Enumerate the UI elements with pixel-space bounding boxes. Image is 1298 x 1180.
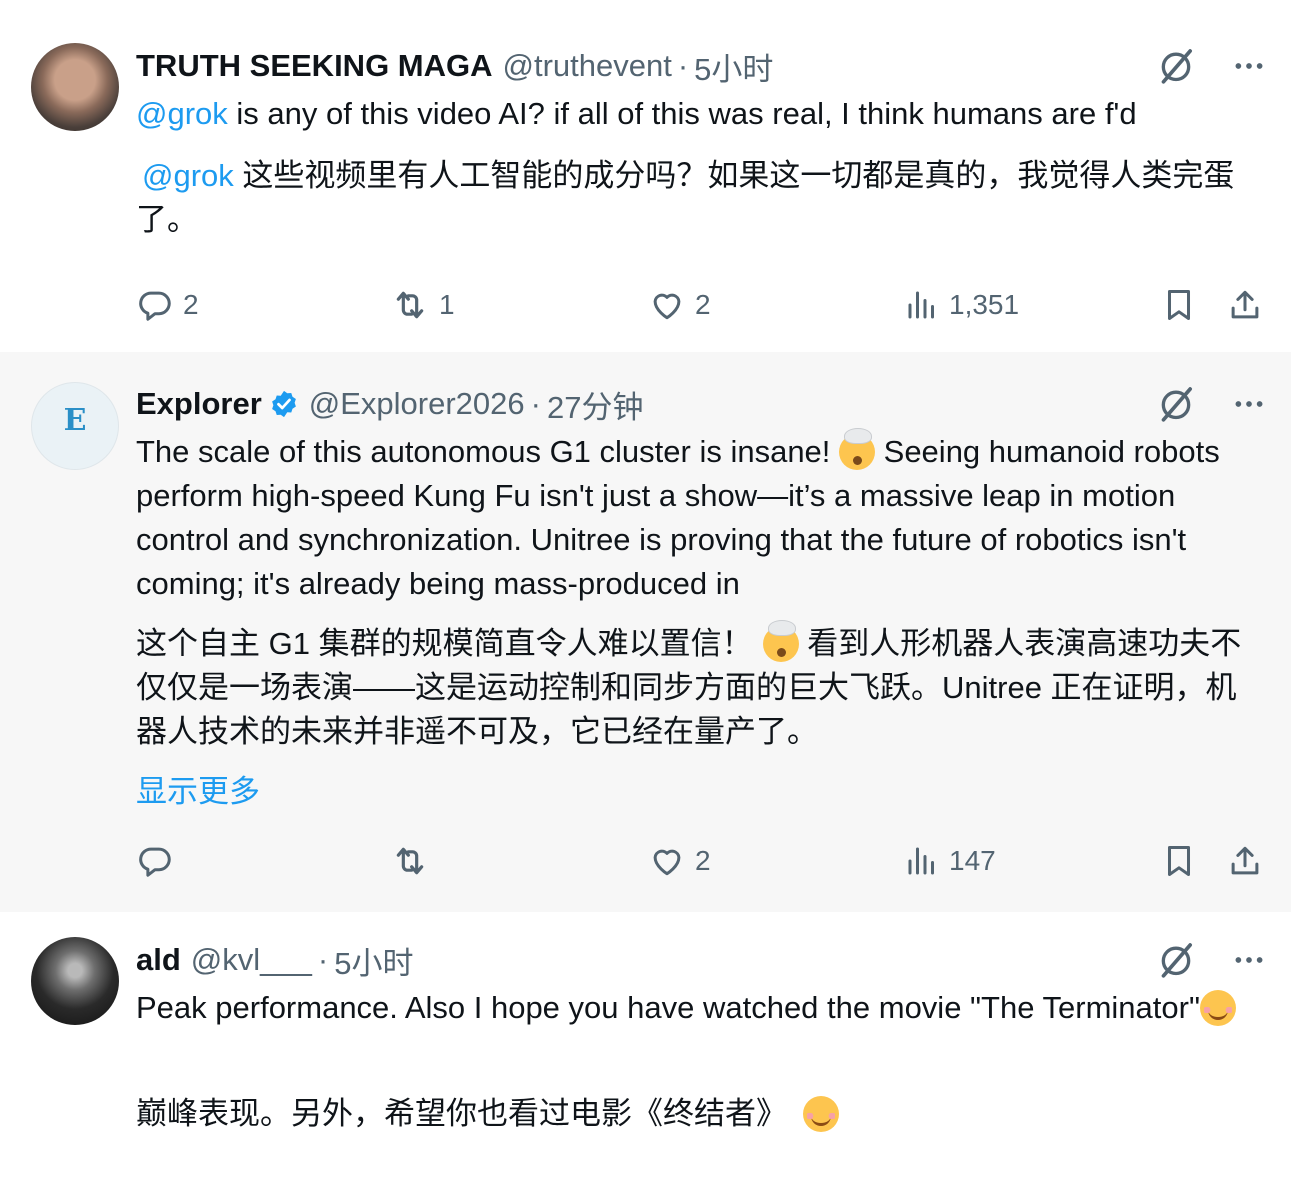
post-header: TRUTH SEEKING MAGA @truthevent · 5小时 xyxy=(136,44,773,89)
avatar[interactable]: E xyxy=(31,382,119,470)
translation-text: 巅峰表现。另外，希望你也看过电影《终结者》 xyxy=(136,1092,1266,1136)
post-top-actions xyxy=(1156,46,1266,86)
smiling-face-emoji xyxy=(1199,990,1236,1026)
bookmark-icon xyxy=(1160,286,1198,324)
share-button[interactable] xyxy=(1226,285,1264,325)
avatar-logo-letter: E xyxy=(63,403,87,438)
like-count: 2 xyxy=(695,289,711,320)
post-header: ald @kvl___ · 5小时 xyxy=(136,938,413,983)
show-more-row: 显示更多 xyxy=(136,770,1266,814)
separator-dot: · xyxy=(677,48,689,83)
author-name[interactable]: TRUTH SEEKING MAGA xyxy=(136,48,493,84)
post-timestamp[interactable]: 5小时 xyxy=(334,938,413,983)
views-bars-icon xyxy=(904,287,940,323)
bookmark-button[interactable] xyxy=(1160,285,1198,325)
reply-post[interactable]: TRUTH SEEKING MAGA @truthevent · 5小时 @gr… xyxy=(0,0,1291,352)
post-text: @grok is any of this video AI? if all of… xyxy=(136,92,1266,136)
views-button[interactable]: 147 xyxy=(904,841,996,881)
more-dots-icon[interactable] xyxy=(1232,387,1266,421)
author-handle[interactable]: @truthevent xyxy=(503,48,672,84)
translation-text: @grok 这些视频里有人工智能的成分吗？如果这一切都是真的，我觉得人类完蛋了。 xyxy=(136,154,1266,242)
post-text: Peak performance. Also I hope you have w… xyxy=(136,986,1266,1030)
more-dots-icon[interactable] xyxy=(1232,49,1266,83)
post-text-body: is any of this video AI? if all of this … xyxy=(227,96,1137,131)
repost-button[interactable] xyxy=(390,841,439,881)
view-count: 1,351 xyxy=(949,289,1020,320)
action-bar: 2 1 2 1,351 xyxy=(136,285,1266,325)
reply-count: 2 xyxy=(183,289,199,320)
post-header: Explorer @Explorer2026 · 27分钟 xyxy=(136,382,643,427)
reply-post-highlighted[interactable]: E Explorer @Explorer2026 · 27分钟 The scal… xyxy=(0,352,1291,912)
post-top-actions xyxy=(1156,384,1266,424)
author-handle[interactable]: @Explorer2026 xyxy=(309,386,525,422)
repost-arrows-icon xyxy=(390,285,430,325)
author-name[interactable]: Explorer xyxy=(136,386,262,422)
author-name[interactable]: ald xyxy=(136,942,181,978)
reply-button[interactable] xyxy=(136,841,183,881)
mention-link[interactable]: @grok xyxy=(136,96,228,131)
like-button[interactable]: 2 xyxy=(648,285,711,325)
mention-link[interactable]: @grok xyxy=(142,158,234,193)
share-button[interactable] xyxy=(1226,841,1264,881)
exploding-head-emoji xyxy=(839,428,876,470)
post-text-body: Peak performance. Also I hope you have w… xyxy=(136,990,1200,1025)
post-timestamp[interactable]: 27分钟 xyxy=(547,382,643,427)
translation-body: 这些视频里有人工智能的成分吗？如果这一切都是真的，我觉得人类完蛋了。 xyxy=(136,158,1235,237)
author-handle[interactable]: @kvl___ xyxy=(191,942,312,978)
share-icon xyxy=(1226,286,1264,324)
repost-arrows-icon xyxy=(390,841,430,881)
reply-bubble-icon xyxy=(136,286,174,324)
repost-count: 1 xyxy=(439,289,455,320)
like-count: 2 xyxy=(695,845,711,876)
verified-badge-icon xyxy=(269,389,299,419)
avatar[interactable] xyxy=(31,937,119,1025)
translation-text: 这个自主 G1 集群的规模简直令人难以置信！ 看到人形机器人表演高速功夫不仅仅是… xyxy=(136,620,1266,754)
show-more-link[interactable]: 显示更多 xyxy=(136,774,260,809)
repost-button[interactable]: 1 xyxy=(390,285,455,325)
bookmark-button[interactable] xyxy=(1160,841,1198,881)
separator-dot: · xyxy=(530,386,541,421)
bookmark-icon xyxy=(1160,842,1198,880)
post-text-part-1: The scale of this autonomous G1 cluster … xyxy=(136,434,840,469)
translation-body: 巅峰表现。另外，希望你也看过电影《终结者》 xyxy=(136,1096,787,1131)
separator-dot: · xyxy=(317,942,329,977)
heart-icon xyxy=(648,842,686,880)
post-text: The scale of this autonomous G1 cluster … xyxy=(136,428,1266,606)
reply-bubble-icon xyxy=(136,842,174,880)
share-icon xyxy=(1226,842,1264,880)
action-bar: 2 147 xyxy=(136,841,1266,881)
post-top-actions xyxy=(1156,940,1266,980)
translation-part-1: 这个自主 G1 集群的规模简直令人难以置信！ xyxy=(136,626,753,661)
exploding-head-emoji xyxy=(762,620,799,662)
heart-icon xyxy=(648,286,686,324)
avatar[interactable] xyxy=(31,43,119,131)
views-bars-icon xyxy=(904,843,940,879)
grok-slash-icon[interactable] xyxy=(1156,46,1196,86)
post-timestamp[interactable]: 5小时 xyxy=(694,44,773,89)
views-button[interactable]: 1,351 xyxy=(904,285,1019,325)
view-count: 147 xyxy=(949,845,996,876)
grok-slash-icon[interactable] xyxy=(1156,384,1196,424)
grok-slash-icon[interactable] xyxy=(1156,940,1196,980)
like-button[interactable]: 2 xyxy=(648,841,711,881)
smiling-face-emoji xyxy=(803,1096,839,1132)
reply-button[interactable]: 2 xyxy=(136,285,199,325)
more-dots-icon[interactable] xyxy=(1232,943,1266,977)
reply-post[interactable]: ald @kvl___ · 5小时 Peak performance. Also… xyxy=(0,912,1291,1180)
